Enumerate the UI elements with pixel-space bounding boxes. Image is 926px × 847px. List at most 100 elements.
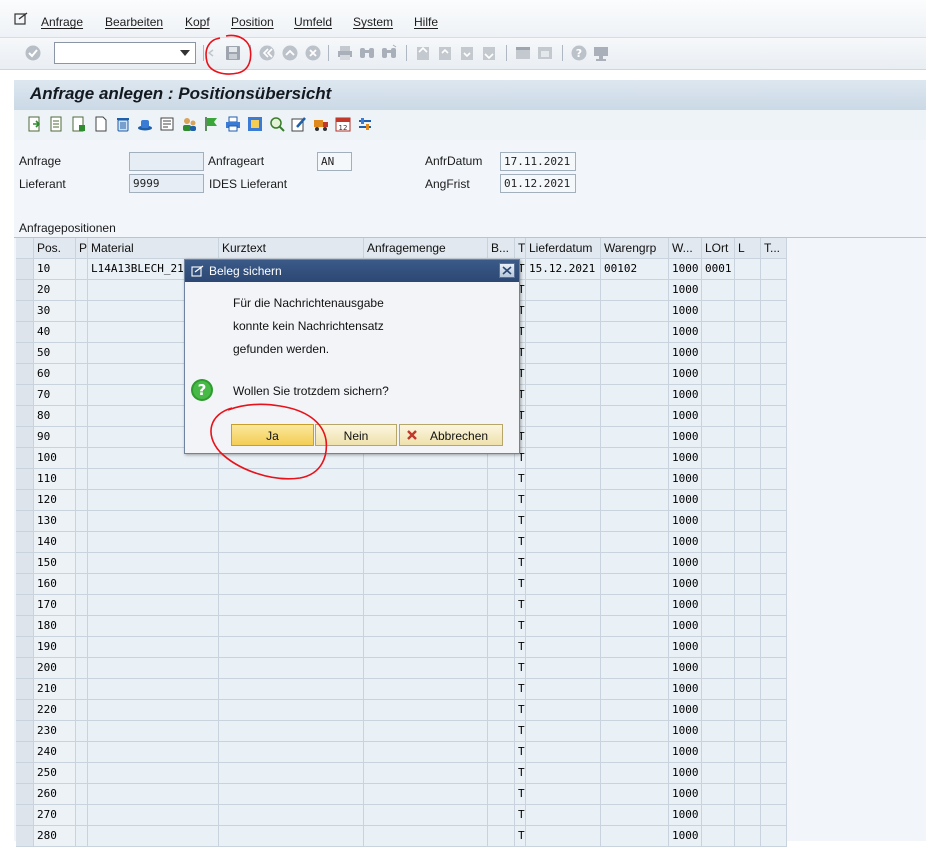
menu-bearbeiten[interactable]: Bearbeiten — [105, 15, 163, 29]
table-cell[interactable] — [364, 574, 488, 595]
menu-kopf[interactable]: Kopf — [185, 15, 210, 29]
anfrage-field[interactable] — [129, 152, 204, 171]
table-cell[interactable] — [526, 679, 601, 700]
table-cell[interactable] — [601, 826, 669, 847]
table-cell[interactable] — [601, 511, 669, 532]
table-cell[interactable]: 160 — [34, 574, 76, 595]
table-cell[interactable] — [761, 343, 787, 364]
partner-icon[interactable] — [181, 116, 197, 132]
table-cell[interactable]: 210 — [34, 679, 76, 700]
find-next-icon[interactable] — [380, 44, 398, 62]
table-cell[interactable] — [702, 532, 735, 553]
table-cell[interactable]: 120 — [34, 490, 76, 511]
row-selector[interactable] — [16, 385, 34, 406]
table-cell[interactable]: 1000 — [669, 532, 702, 553]
flag-icon[interactable] — [203, 116, 219, 132]
table-cell[interactable]: 1000 — [669, 616, 702, 637]
table-cell[interactable] — [702, 595, 735, 616]
table-cell[interactable]: 70 — [34, 385, 76, 406]
customize-layout-icon[interactable] — [592, 44, 610, 62]
table-cell[interactable] — [76, 511, 88, 532]
table-cell[interactable] — [488, 826, 515, 847]
table-cell[interactable]: T — [515, 721, 526, 742]
table-cell[interactable] — [761, 784, 787, 805]
table-cell[interactable]: T — [515, 616, 526, 637]
table-cell[interactable] — [761, 322, 787, 343]
table-cell[interactable] — [76, 679, 88, 700]
table-cell[interactable] — [761, 553, 787, 574]
table-cell[interactable] — [761, 763, 787, 784]
save-icon[interactable] — [224, 44, 242, 62]
table-cell[interactable] — [702, 784, 735, 805]
row-selector[interactable] — [16, 280, 34, 301]
table-cell[interactable] — [88, 616, 219, 637]
table-row[interactable]: 280 T 1000 — [16, 826, 787, 847]
table-cell[interactable] — [88, 595, 219, 616]
table-cell[interactable] — [76, 427, 88, 448]
row-selector[interactable] — [16, 721, 34, 742]
row-selector[interactable] — [16, 343, 34, 364]
column-header[interactable]: T... — [761, 238, 787, 259]
row-selector[interactable] — [16, 616, 34, 637]
table-cell[interactable]: 1000 — [669, 826, 702, 847]
table-cell[interactable] — [488, 742, 515, 763]
table-cell[interactable] — [601, 469, 669, 490]
table-cell[interactable] — [601, 427, 669, 448]
table-cell[interactable] — [88, 700, 219, 721]
table-cell[interactable] — [526, 364, 601, 385]
table-cell[interactable] — [526, 658, 601, 679]
table-cell[interactable] — [735, 805, 761, 826]
row-selector[interactable] — [16, 826, 34, 847]
table-cell[interactable]: 1000 — [669, 301, 702, 322]
table-cell[interactable] — [219, 784, 364, 805]
menu-umfeld[interactable]: Umfeld — [294, 15, 332, 29]
help-icon[interactable]: ? — [570, 44, 588, 62]
row-selector[interactable] — [16, 448, 34, 469]
table-cell[interactable] — [526, 490, 601, 511]
table-cell[interactable] — [601, 595, 669, 616]
table-cell[interactable] — [735, 385, 761, 406]
table-cell[interactable]: 0001 — [702, 259, 735, 280]
table-cell[interactable]: 1000 — [669, 448, 702, 469]
table-cell[interactable] — [735, 490, 761, 511]
table-cell[interactable] — [761, 406, 787, 427]
table-cell[interactable] — [219, 532, 364, 553]
table-cell[interactable] — [601, 532, 669, 553]
table-cell[interactable] — [364, 721, 488, 742]
table-cell[interactable] — [88, 511, 219, 532]
table-cell[interactable]: T — [515, 742, 526, 763]
table-cell[interactable]: 1000 — [669, 595, 702, 616]
table-cell[interactable] — [526, 343, 601, 364]
table-cell[interactable] — [88, 574, 219, 595]
table-cell[interactable]: 50 — [34, 343, 76, 364]
table-cell[interactable] — [761, 700, 787, 721]
table-cell[interactable] — [488, 490, 515, 511]
table-cell[interactable] — [364, 784, 488, 805]
table-cell[interactable] — [488, 700, 515, 721]
row-selector[interactable] — [16, 637, 34, 658]
table-cell[interactable] — [761, 826, 787, 847]
row-selector[interactable] — [16, 364, 34, 385]
table-cell[interactable] — [735, 280, 761, 301]
menu-system[interactable]: System — [353, 15, 393, 29]
table-cell[interactable] — [526, 322, 601, 343]
table-cell[interactable] — [735, 679, 761, 700]
table-cell[interactable] — [761, 574, 787, 595]
table-cell[interactable] — [526, 469, 601, 490]
table-cell[interactable]: 60 — [34, 364, 76, 385]
table-cell[interactable] — [76, 637, 88, 658]
table-cell[interactable]: T — [515, 574, 526, 595]
table-cell[interactable] — [364, 616, 488, 637]
table-cell[interactable] — [702, 511, 735, 532]
table-cell[interactable] — [364, 469, 488, 490]
table-cell[interactable] — [702, 637, 735, 658]
column-header[interactable]: Pos. — [34, 238, 76, 259]
table-cell[interactable] — [76, 448, 88, 469]
table-cell[interactable]: 1000 — [669, 553, 702, 574]
table-cell[interactable] — [735, 301, 761, 322]
table-cell[interactable] — [526, 574, 601, 595]
table-cell[interactable] — [76, 721, 88, 742]
table-cell[interactable] — [735, 595, 761, 616]
table-cell[interactable] — [761, 427, 787, 448]
no-button[interactable]: Nein — [315, 424, 397, 446]
